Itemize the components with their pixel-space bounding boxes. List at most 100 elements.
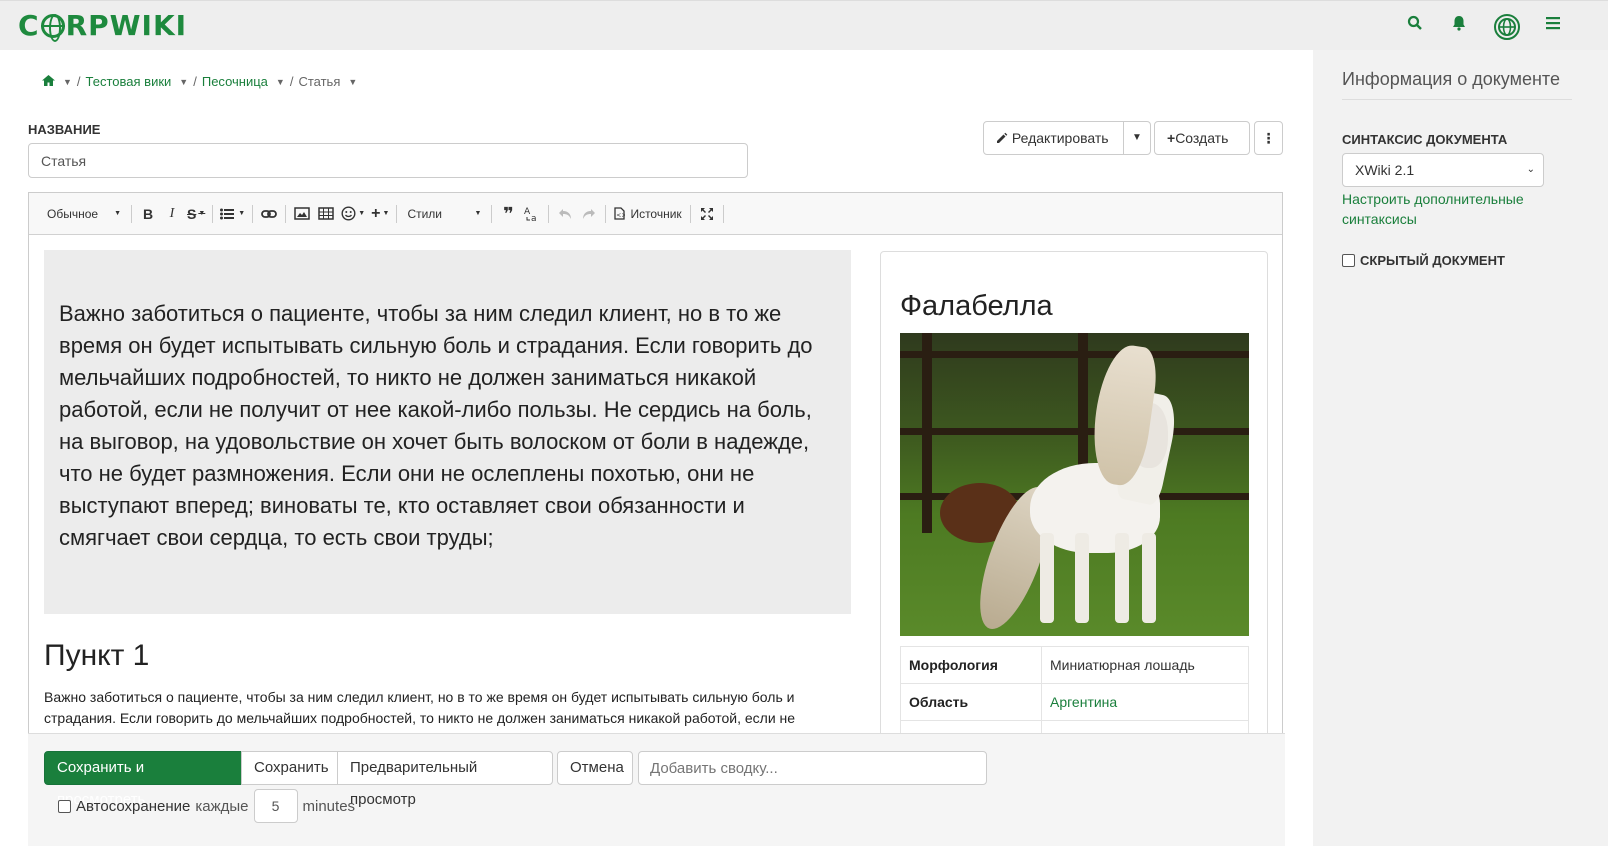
source-button-label: Источник bbox=[630, 206, 682, 221]
edit-button-label: Редактировать bbox=[1011, 130, 1109, 146]
breadcrumb-item-sandbox[interactable]: Песочница bbox=[202, 74, 268, 89]
source-button[interactable]: <> Источник bbox=[610, 202, 685, 226]
autosave-row: Автосохранение каждые minutes bbox=[58, 789, 355, 823]
infobox-title: Фалабелла bbox=[900, 290, 1053, 322]
infobox-key: Область bbox=[900, 683, 1042, 721]
toolbar-separator bbox=[722, 204, 724, 223]
search-icon[interactable] bbox=[1404, 15, 1426, 37]
toolbar-separator bbox=[689, 204, 691, 223]
infobox-value-link[interactable]: Аргентина bbox=[1041, 683, 1249, 721]
save-button[interactable]: Сохранить bbox=[241, 751, 338, 785]
autosave-unit-label: minutes bbox=[302, 797, 356, 815]
current-caret-icon[interactable]: ▼ bbox=[348, 77, 357, 87]
edit-dropdown-button[interactable]: ▼ bbox=[1123, 121, 1151, 155]
svg-text:a: a bbox=[531, 214, 537, 222]
configure-syntaxes-link[interactable]: Настроить дополнительные синтаксисы bbox=[1342, 189, 1572, 229]
strikethrough-icon[interactable]: S ▼ bbox=[184, 202, 208, 226]
toolbar-separator bbox=[131, 204, 132, 223]
blockquote-icon[interactable]: ❞ bbox=[496, 202, 520, 226]
italic-icon[interactable]: I bbox=[160, 202, 184, 226]
summary-input[interactable] bbox=[638, 751, 987, 785]
hidden-document-label[interactable]: СКРЫТЫЙ ДОКУМЕНТ bbox=[1360, 253, 1505, 268]
breadcrumb-separator: / bbox=[76, 74, 81, 89]
bold-icon[interactable]: B bbox=[136, 202, 160, 226]
caret-down-icon: ▼ bbox=[114, 210, 121, 217]
toolbar-separator bbox=[548, 204, 550, 223]
toolbar-separator bbox=[491, 204, 493, 223]
chevron-down-icon: ⌄ bbox=[1526, 164, 1535, 175]
wiki-caret-icon[interactable]: ▼ bbox=[179, 77, 188, 87]
edit-button[interactable]: Редактировать bbox=[983, 121, 1124, 155]
wysiwyg-editor: Обычное ▼ B I S ▼ ▼ ▼ + ▼ Стили ▼ ❞ Aa <… bbox=[28, 192, 1283, 752]
toolbar-separator bbox=[605, 204, 607, 223]
save-and-view-button[interactable]: Сохранить и просмотреть bbox=[44, 751, 242, 808]
section-heading[interactable]: Пункт 1 bbox=[44, 639, 149, 673]
source-icon: <> bbox=[614, 207, 625, 220]
user-globe-icon[interactable] bbox=[1494, 14, 1520, 40]
editor-content[interactable]: Важно заботиться о пациенте, чтобы за ни… bbox=[29, 235, 1282, 751]
list-icon[interactable]: ▼ bbox=[217, 202, 248, 226]
breadcrumb-separator: / bbox=[289, 74, 294, 89]
styles-select[interactable]: Стили ▼ bbox=[401, 202, 487, 226]
emoji-icon[interactable]: ▼ bbox=[338, 202, 368, 226]
breadcrumb: ▼ / Тестовая вики ▼ / Песочница ▼ / Статья… bbox=[42, 74, 357, 89]
redo-icon[interactable] bbox=[577, 202, 601, 226]
fence-rail bbox=[900, 428, 1249, 435]
autosave-checkbox[interactable] bbox=[58, 799, 71, 813]
autosave-interval-input[interactable] bbox=[253, 789, 298, 823]
plus-icon: + bbox=[1167, 130, 1176, 146]
create-button[interactable]: +Создать bbox=[1154, 121, 1250, 155]
link-icon[interactable] bbox=[257, 202, 281, 226]
table-row: Область Аргентина bbox=[900, 683, 1249, 721]
insert-plus-icon[interactable]: + ▼ bbox=[368, 202, 392, 226]
horse-image[interactable] bbox=[900, 333, 1249, 636]
horse-leg bbox=[1040, 533, 1054, 623]
styles-select-label: Стили bbox=[407, 206, 443, 221]
document-info-panel: Информация о документе СИНТАКСИС ДОКУМЕН… bbox=[1313, 50, 1608, 846]
menu-icon[interactable] bbox=[1542, 15, 1564, 37]
caret-down-icon: ▼ bbox=[1132, 132, 1142, 143]
home-caret-icon[interactable]: ▼ bbox=[63, 77, 72, 87]
region-link[interactable]: Аргентина bbox=[1050, 694, 1117, 710]
format-select[interactable]: Обычное ▼ bbox=[41, 202, 127, 226]
editor-toolbar: Обычное ▼ B I S ▼ ▼ ▼ + ▼ Стили ▼ ❞ Aa <… bbox=[29, 193, 1282, 235]
bell-icon[interactable] bbox=[1448, 15, 1470, 37]
preview-button[interactable]: Предварительный просмотр bbox=[337, 751, 553, 808]
syntax-select[interactable]: XWiki 2.1 ⌄ bbox=[1342, 153, 1544, 187]
syntax-label: СИНТАКСИС ДОКУМЕНТА bbox=[1342, 132, 1508, 147]
infobox-key: Морфология bbox=[900, 646, 1042, 684]
title-input[interactable] bbox=[28, 143, 748, 178]
special-characters-icon[interactable]: Aa bbox=[520, 202, 544, 226]
svg-text:<>: <> bbox=[617, 212, 626, 219]
autosave-every-label: каждые bbox=[195, 797, 249, 815]
more-actions-button[interactable]: ⋮ bbox=[1254, 121, 1283, 155]
toolbar-separator bbox=[252, 204, 254, 223]
cancel-button[interactable]: Отмена bbox=[557, 751, 633, 785]
infobox: Фалабелла Морфология Миниатюрная лошадь … bbox=[880, 251, 1268, 751]
blockquote[interactable]: Важно заботиться о пациенте, чтобы за ни… bbox=[44, 250, 851, 614]
undo-icon[interactable] bbox=[553, 202, 577, 226]
syntax-select-value: XWiki 2.1 bbox=[1355, 162, 1415, 178]
image-icon[interactable] bbox=[290, 202, 314, 226]
maximize-icon[interactable] bbox=[695, 202, 719, 226]
breadcrumb-item-current[interactable]: Статья bbox=[298, 74, 340, 89]
breadcrumb-item-wiki[interactable]: Тестовая вики bbox=[86, 74, 172, 89]
horse-leg bbox=[1115, 533, 1129, 623]
fence-post bbox=[922, 333, 932, 533]
section-paragraph[interactable]: Важно заботиться о пациенте, чтобы за ни… bbox=[44, 687, 844, 729]
sandbox-caret-icon[interactable]: ▼ bbox=[276, 77, 285, 87]
toolbar-separator bbox=[285, 204, 287, 223]
home-icon[interactable] bbox=[42, 74, 55, 89]
fence-rail bbox=[900, 351, 1249, 358]
toolbar-separator bbox=[212, 204, 214, 223]
corpwiki-logo[interactable]: C RPWIKI bbox=[18, 9, 187, 42]
format-select-label: Обычное bbox=[47, 206, 99, 221]
horse-leg bbox=[1075, 533, 1089, 623]
hidden-document-checkbox[interactable] bbox=[1342, 254, 1355, 267]
save-bar: Сохранить и просмотреть Сохранить Предва… bbox=[28, 733, 1285, 846]
breadcrumb-separator: / bbox=[193, 74, 197, 89]
autosave-label[interactable]: Автосохранение bbox=[76, 798, 190, 815]
hidden-document-row: СКРЫТЫЙ ДОКУМЕНТ bbox=[1342, 253, 1505, 268]
svg-text:A: A bbox=[524, 207, 531, 217]
table-icon[interactable] bbox=[314, 202, 338, 226]
